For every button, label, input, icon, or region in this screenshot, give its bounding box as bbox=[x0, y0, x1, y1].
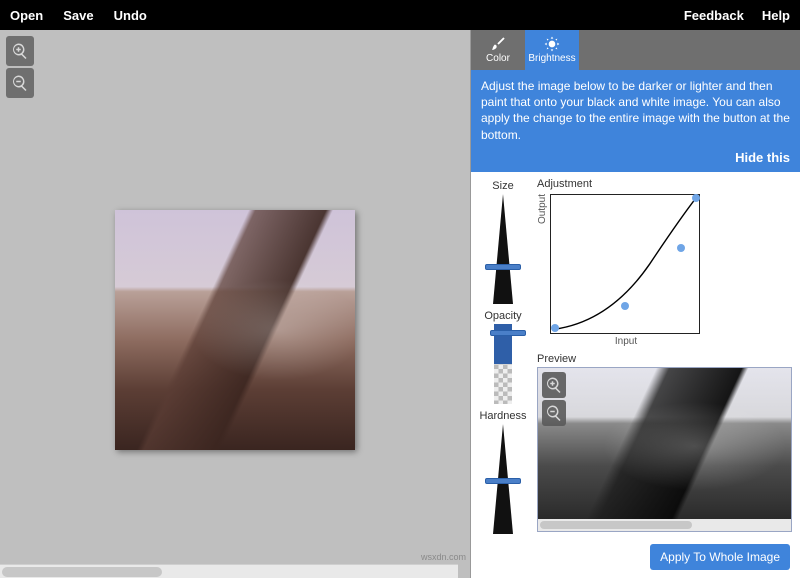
canvas-pane: wsxdn.com bbox=[0, 30, 470, 578]
zoom-in-button[interactable] bbox=[6, 36, 34, 66]
curve-output-label: Output bbox=[537, 194, 548, 264]
main-image[interactable] bbox=[115, 210, 355, 450]
curve-point-4[interactable] bbox=[692, 194, 700, 202]
opacity-slider[interactable] bbox=[494, 324, 512, 404]
size-slider-thumb[interactable] bbox=[485, 264, 521, 270]
side-panel: Color Brightness Adjust the image below … bbox=[470, 30, 800, 578]
opacity-label: Opacity bbox=[484, 310, 521, 322]
menu-feedback[interactable]: Feedback bbox=[684, 8, 744, 23]
menu-undo[interactable]: Undo bbox=[114, 8, 147, 23]
curve-editor[interactable] bbox=[550, 194, 700, 334]
tab-brightness-label: Brightness bbox=[528, 53, 575, 64]
hardness-slider[interactable] bbox=[489, 424, 517, 534]
zoom-in-icon bbox=[545, 376, 563, 394]
brightness-icon bbox=[544, 36, 560, 52]
canvas-horizontal-scrollbar[interactable] bbox=[0, 564, 458, 578]
top-menu-bar: Open Save Undo Feedback Help bbox=[0, 0, 800, 30]
curve-point-3[interactable] bbox=[677, 244, 685, 252]
zoom-out-button[interactable] bbox=[6, 68, 34, 98]
preview-zoom-in-button[interactable] bbox=[542, 372, 566, 398]
size-label: Size bbox=[492, 180, 513, 192]
preview-image[interactable] bbox=[537, 367, 792, 532]
watermark: wsxdn.com bbox=[421, 552, 466, 562]
apply-whole-image-button[interactable]: Apply To Whole Image bbox=[650, 544, 790, 570]
hardness-slider-thumb[interactable] bbox=[485, 478, 521, 484]
adjustment-label: Adjustment bbox=[537, 178, 792, 190]
curve-path bbox=[551, 195, 699, 333]
preview-zoom-out-button[interactable] bbox=[542, 400, 566, 426]
tab-color-label: Color bbox=[486, 53, 510, 64]
menu-save[interactable]: Save bbox=[63, 8, 93, 23]
preview-label: Preview bbox=[537, 353, 792, 365]
curve-input-label: Input bbox=[551, 336, 701, 347]
tab-brightness[interactable]: Brightness bbox=[525, 30, 579, 70]
tab-color[interactable]: Color bbox=[471, 30, 525, 70]
zoom-out-icon bbox=[545, 404, 563, 422]
brush-icon bbox=[490, 36, 506, 52]
hide-info-link[interactable]: Hide this bbox=[481, 149, 790, 167]
zoom-in-icon bbox=[11, 42, 29, 60]
menu-open[interactable]: Open bbox=[10, 8, 43, 23]
opacity-slider-thumb[interactable] bbox=[490, 330, 526, 336]
hardness-label: Hardness bbox=[479, 410, 526, 422]
curve-point-2[interactable] bbox=[621, 302, 629, 310]
zoom-out-icon bbox=[11, 74, 29, 92]
preview-horizontal-scrollbar[interactable] bbox=[538, 519, 791, 531]
tool-tabs: Color Brightness bbox=[471, 30, 800, 70]
menu-help[interactable]: Help bbox=[762, 8, 790, 23]
info-banner: Adjust the image below to be darker or l… bbox=[471, 70, 800, 172]
info-text: Adjust the image below to be darker or l… bbox=[481, 78, 790, 143]
curve-point-1[interactable] bbox=[551, 324, 559, 332]
size-slider[interactable] bbox=[489, 194, 517, 304]
